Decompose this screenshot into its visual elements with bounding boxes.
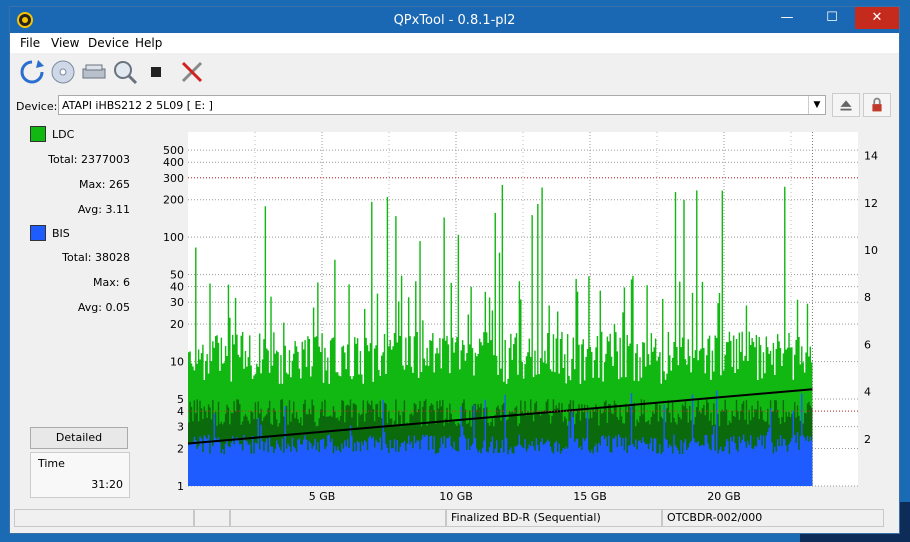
ldc-color-swatch bbox=[30, 126, 46, 142]
left-tick-label: 500 bbox=[163, 144, 184, 157]
menu-help[interactable]: Help bbox=[135, 36, 162, 50]
x-tick-label: 10 GB bbox=[439, 490, 473, 500]
refresh-icon[interactable] bbox=[18, 58, 46, 86]
left-tick-label: 200 bbox=[163, 194, 184, 207]
right-tick-label: 4 bbox=[864, 386, 871, 399]
left-tick-label: 400 bbox=[163, 156, 184, 169]
right-tick-label: 2 bbox=[864, 433, 871, 446]
time-label: Time bbox=[38, 457, 65, 470]
menu-view[interactable]: View bbox=[51, 36, 79, 50]
bis-avg: Avg: 0.05 bbox=[77, 301, 130, 314]
scan-icon[interactable] bbox=[111, 58, 139, 86]
left-tick-label: 300 bbox=[163, 172, 184, 185]
ldc-total: Total: 2377003 bbox=[48, 153, 130, 166]
status-cell-3 bbox=[230, 509, 446, 527]
device-select[interactable]: ATAPI iHBS212 2 5L09 [ E: ] ▼ bbox=[58, 95, 826, 115]
bis-max: Max: 6 bbox=[93, 276, 130, 289]
toolbar bbox=[10, 55, 899, 89]
status-media: OTCBDR-002/000 bbox=[662, 509, 884, 527]
left-tick-label: 5 bbox=[177, 393, 184, 406]
settings-tools-icon[interactable] bbox=[178, 58, 206, 86]
bis-total: Total: 38028 bbox=[62, 251, 130, 264]
right-tick-label: 8 bbox=[864, 291, 871, 304]
chart-area: 1 2 3 4 5 10 20 30 40 50 100 200 300 400 500 2 4 6 8 10 12 14… bbox=[140, 122, 885, 503]
left-tick-label: 1 bbox=[177, 480, 184, 493]
drive-icon[interactable] bbox=[80, 58, 108, 86]
left-tick-label: 20 bbox=[170, 318, 184, 331]
left-tick-label: 4 bbox=[177, 405, 184, 418]
stats-panel: LDC Total: 2377003 Max: 265 Avg: 3.11 BI… bbox=[10, 122, 132, 502]
ldc-label: LDC bbox=[52, 128, 75, 141]
x-tick-label: 15 GB bbox=[573, 490, 607, 500]
chevron-down-icon[interactable]: ▼ bbox=[808, 96, 825, 114]
maximize-button[interactable]: ☐ bbox=[810, 7, 854, 29]
menu-device[interactable]: Device bbox=[88, 36, 129, 50]
left-tick-label: 40 bbox=[170, 281, 184, 294]
left-tick-label: 50 bbox=[170, 269, 184, 282]
ldc-max: Max: 265 bbox=[79, 178, 130, 191]
time-box: Time 31:20 bbox=[30, 452, 130, 498]
ldc-bis-chart: 1234510203040501002003004005002468101214… bbox=[163, 132, 878, 503]
left-tick-label: 30 bbox=[170, 296, 184, 309]
ldc-avg: Avg: 3.11 bbox=[77, 203, 130, 216]
status-disc: Finalized BD-R (Sequential) bbox=[446, 509, 662, 527]
bis-label: BIS bbox=[52, 227, 70, 240]
device-value: ATAPI iHBS212 2 5L09 [ E: ] bbox=[62, 99, 213, 112]
left-tick-label: 100 bbox=[163, 231, 184, 244]
title-bar: QPxTool - 0.8.1-pl2 — ☐ ✕ bbox=[10, 7, 899, 33]
right-tick-label: 6 bbox=[864, 338, 871, 351]
menu-bar: File View Device Help bbox=[10, 33, 899, 53]
qpxtool-window: QPxTool - 0.8.1-pl2 — ☐ ✕ File View Devi… bbox=[9, 6, 900, 534]
right-tick-label: 14 bbox=[864, 150, 878, 163]
right-tick-label: 12 bbox=[864, 197, 878, 210]
disc-info-icon[interactable] bbox=[49, 58, 77, 86]
left-tick-label: 10 bbox=[170, 356, 184, 369]
detailed-button[interactable]: Detailed bbox=[30, 427, 128, 449]
eject-button[interactable] bbox=[832, 93, 860, 117]
status-bar: Finalized BD-R (Sequential) OTCBDR-002/0… bbox=[10, 507, 899, 529]
stop-icon[interactable] bbox=[142, 58, 170, 86]
device-bar: Device: ATAPI iHBS212 2 5L09 [ E: ] ▼ bbox=[10, 92, 899, 120]
time-value: 31:20 bbox=[91, 478, 123, 491]
device-label: Device: bbox=[16, 100, 58, 113]
status-cell-1 bbox=[14, 509, 194, 527]
menu-file[interactable]: File bbox=[20, 36, 40, 50]
x-tick-label: 5 GB bbox=[309, 490, 336, 500]
left-tick-label: 3 bbox=[177, 421, 184, 434]
status-cell-2 bbox=[194, 509, 230, 527]
close-button[interactable]: ✕ bbox=[855, 7, 899, 29]
x-tick-label: 20 GB bbox=[707, 490, 741, 500]
left-tick-label: 2 bbox=[177, 443, 184, 456]
lock-button[interactable] bbox=[863, 93, 891, 117]
bis-color-swatch bbox=[30, 225, 46, 241]
minimize-button[interactable]: — bbox=[765, 7, 809, 29]
right-tick-label: 10 bbox=[864, 244, 878, 257]
